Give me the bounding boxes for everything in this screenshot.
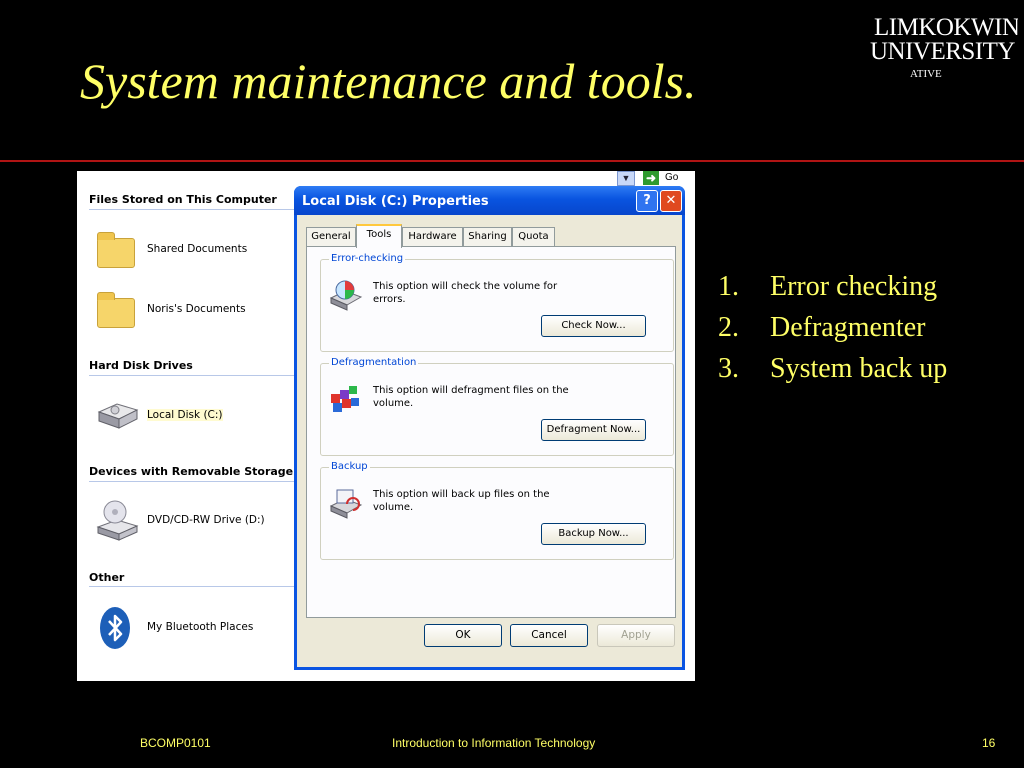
tab-general[interactable]: General: [306, 227, 356, 246]
properties-dialog: Local Disk (C:) Properties ? ✕ General T…: [294, 186, 685, 670]
item-label: Local Disk (C:): [147, 409, 223, 421]
list-number: 3.: [718, 353, 739, 384]
backup-now-button[interactable]: Backup Now...: [541, 523, 646, 545]
section-heading-removable: Devices with Removable Storage: [89, 465, 294, 478]
folder-icon: [95, 288, 139, 332]
ok-button[interactable]: OK: [424, 624, 502, 647]
list-text: System back up: [770, 353, 948, 384]
tools-tab-panel: Error-checking This option will check th…: [306, 246, 676, 618]
bluetooth-places-item[interactable]: My Bluetooth Places: [95, 606, 295, 650]
footer-course-title: Introduction to Information Technology: [392, 736, 596, 750]
shared-documents-item[interactable]: Shared Documents: [95, 228, 295, 272]
slide-title: System maintenance and tools.: [80, 53, 697, 109]
logo-line-2: UNIVERSITY: [870, 38, 1016, 65]
section-heading-hard-disk: Hard Disk Drives: [89, 359, 193, 372]
tab-tools[interactable]: Tools: [356, 224, 402, 248]
item-label: Shared Documents: [147, 243, 248, 255]
help-icon[interactable]: ?: [636, 190, 658, 212]
title-divider: [0, 160, 1024, 162]
folder-icon: [95, 228, 139, 272]
backup-group: Backup This option will back up files on…: [320, 461, 674, 560]
address-dropdown-button[interactable]: ▼: [617, 171, 635, 186]
tab-quota[interactable]: Quota: [512, 227, 555, 246]
section-rule: [89, 481, 295, 482]
group-description: This option will check the volume for er…: [373, 281, 558, 305]
backup-icon: [329, 486, 363, 520]
explorer-pane: Files Stored on This Computer Shared Doc…: [77, 171, 297, 681]
tab-sharing[interactable]: Sharing: [463, 227, 512, 246]
group-label: Defragmentation: [329, 357, 419, 368]
hard-drive-icon: [95, 394, 139, 438]
windows-screenshot: ▼ ➜ Go Files Stored on This Computer Sha…: [77, 171, 695, 681]
dvd-drive-item[interactable]: DVD/CD-RW Drive (D:): [95, 499, 295, 543]
list-text: Error checking: [770, 271, 938, 302]
go-label[interactable]: Go: [665, 172, 678, 183]
list-text: Defragmenter: [770, 312, 926, 343]
address-bar: [297, 171, 695, 185]
university-logo: LIMKOKWING UNIVERSITY ATIVE TECHNOLOGY: [866, 10, 1018, 82]
apply-button[interactable]: Apply: [597, 624, 675, 647]
group-description: This option will back up files on the vo…: [373, 489, 550, 513]
logo-line-3: ATIVE TECHNOLOGY: [910, 68, 985, 82]
error-check-icon: [329, 278, 363, 312]
tab-hardware[interactable]: Hardware: [402, 227, 463, 246]
section-rule: [89, 586, 295, 587]
dialog-title: Local Disk (C:) Properties: [302, 194, 489, 209]
cancel-button[interactable]: Cancel: [510, 624, 588, 647]
defragment-now-button[interactable]: Defragment Now...: [541, 419, 646, 441]
item-label: Noris's Documents: [147, 303, 246, 315]
error-checking-group: Error-checking This option will check th…: [320, 253, 674, 352]
go-arrow-icon[interactable]: ➜: [643, 171, 659, 185]
dialog-body: General Tools Hardware Sharing Quota Err…: [297, 215, 682, 667]
item-label: DVD/CD-RW Drive (D:): [147, 514, 265, 526]
noris-documents-item[interactable]: Noris's Documents: [95, 288, 295, 332]
footer-course-code: BCOMP0101: [140, 736, 211, 750]
item-label: My Bluetooth Places: [147, 621, 254, 633]
group-label: Backup: [329, 461, 370, 472]
defragmentation-group: Defragmentation This option will defragm…: [320, 357, 674, 456]
close-icon[interactable]: ✕: [660, 190, 682, 212]
group-description: This option will defragment files on the…: [373, 385, 569, 409]
local-disk-item[interactable]: Local Disk (C:): [95, 394, 295, 438]
check-now-button[interactable]: Check Now...: [541, 315, 646, 337]
list-number: 1.: [718, 271, 739, 302]
section-heading-files: Files Stored on This Computer: [89, 193, 277, 206]
group-label: Error-checking: [329, 253, 406, 264]
dialog-titlebar[interactable]: Local Disk (C:) Properties ? ✕: [294, 186, 685, 215]
defragment-icon: [329, 382, 363, 416]
section-rule: [89, 375, 295, 376]
dvd-drive-icon: [95, 499, 139, 543]
section-rule: [89, 209, 295, 210]
footer-page-number: 16: [982, 736, 996, 750]
bluetooth-icon: [95, 606, 139, 650]
list-number: 2.: [718, 312, 739, 343]
section-heading-other: Other: [89, 571, 125, 584]
